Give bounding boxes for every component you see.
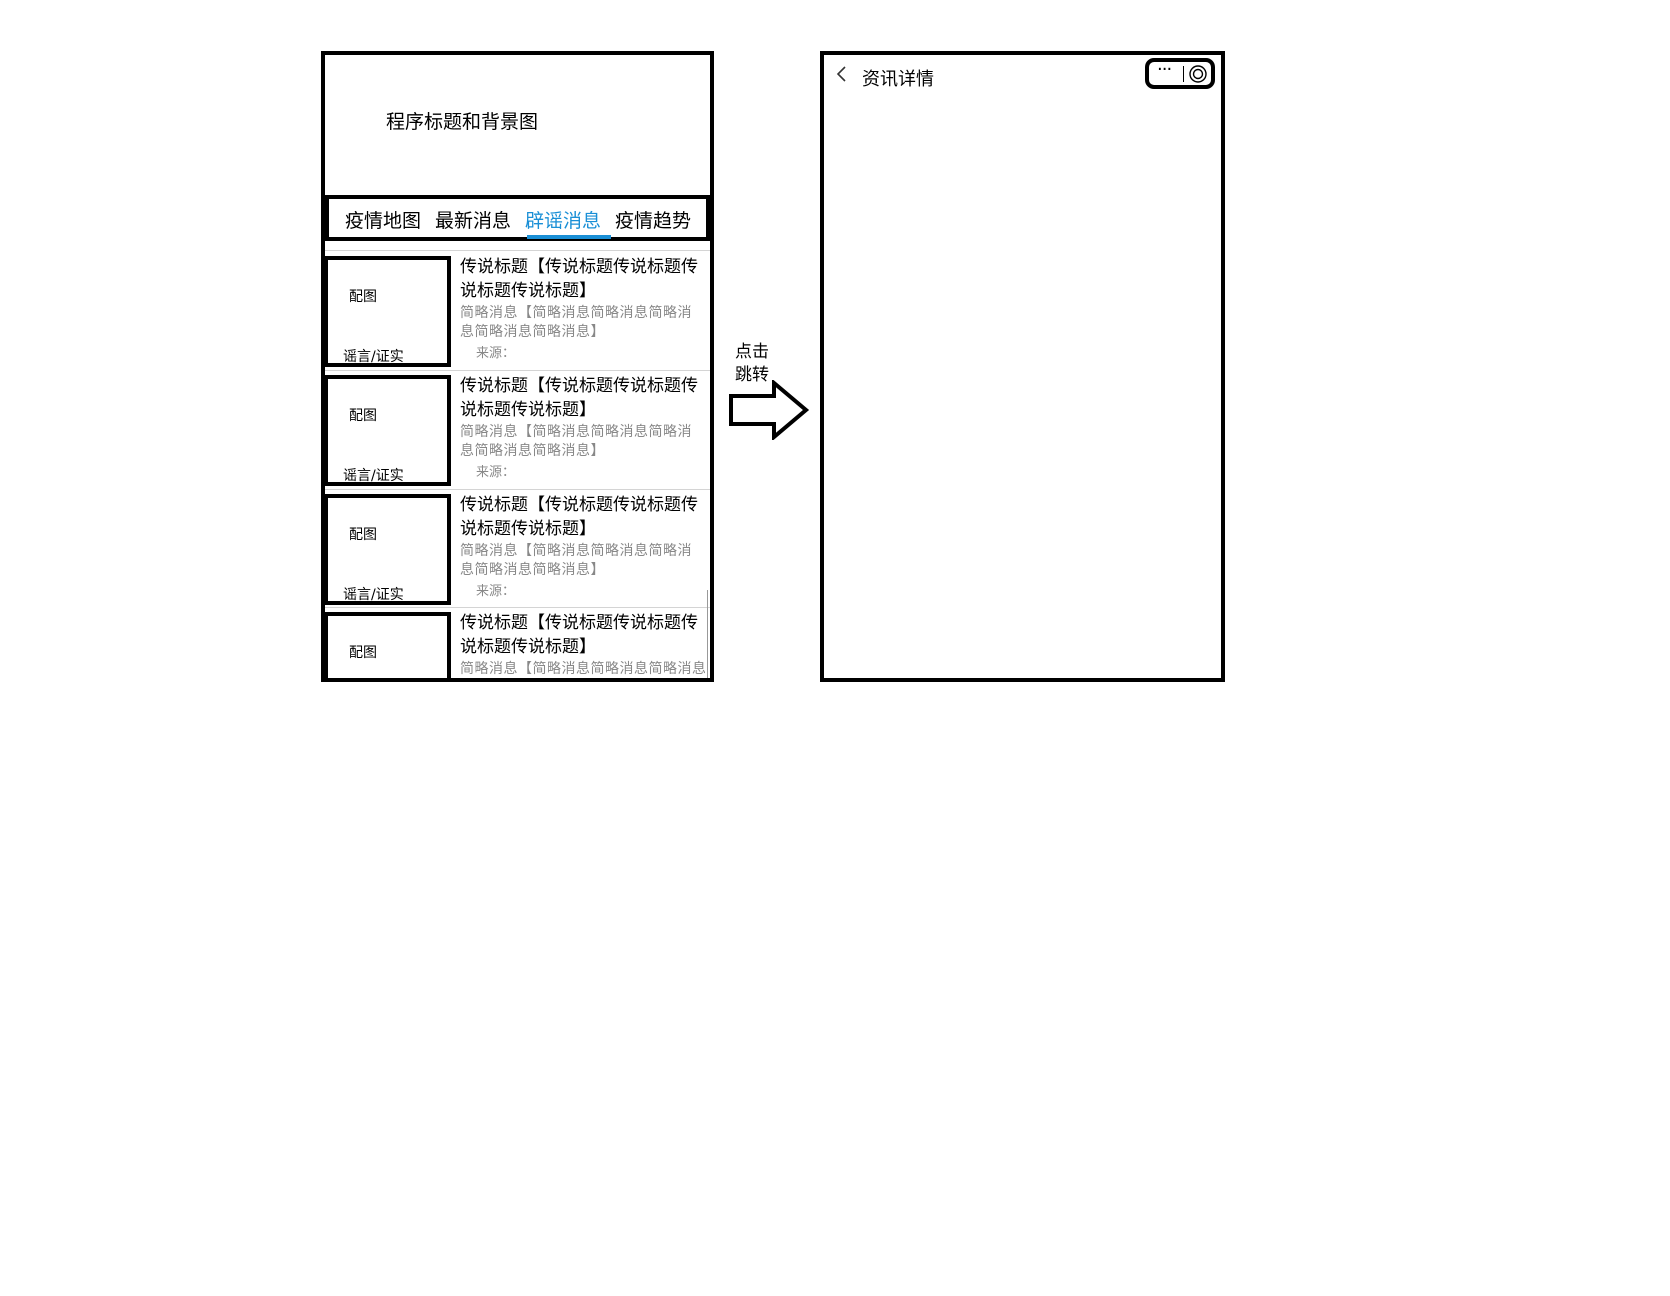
- item-source: 来源：: [476, 584, 516, 599]
- rumor-tag: 谣言/证实: [343, 468, 404, 484]
- item-summary: 简略消息【简略消息简略消息简略消息简略消息简略消息】: [460, 305, 692, 340]
- list-page-phone: 程序标题和背景图 疫情地图 最新消息 辟谣消息 疫情趋势 配图 谣言/证实 传说…: [321, 51, 714, 682]
- rumor-tag: 谣言/证实: [343, 587, 404, 603]
- thumbnail-image: 配图 谣言/证实: [325, 256, 451, 367]
- item-summary: 简略消息【简略消息简略消息简略消息简略: [460, 661, 705, 677]
- item-summary: 简略消息【简略消息简略消息简略消息简略消息简略消息】: [460, 424, 692, 459]
- page-title: 资讯详情: [862, 69, 934, 90]
- tab-epidemic-map[interactable]: 疫情地图: [345, 206, 421, 233]
- mini-program-capsule: ···: [1145, 58, 1215, 89]
- header-banner: 程序标题和背景图: [325, 55, 710, 194]
- more-dots-icon[interactable]: ···: [1157, 59, 1172, 80]
- thumbnail-image: 配图 谣言/证实: [325, 494, 451, 605]
- capsule-divider: [1183, 66, 1184, 82]
- thumbnail-label: 配图: [349, 527, 377, 543]
- detail-page-phone: 资讯详情 ···: [820, 51, 1225, 682]
- item-summary: 简略消息【简略消息简略消息简略消息简略消息简略消息】: [460, 543, 692, 578]
- item-source: 来源：: [476, 465, 516, 480]
- app-title: 程序标题和背景图: [386, 111, 539, 133]
- item-title: 传说标题【传说标题传说标题传说标题传说标题】: [460, 613, 698, 657]
- tab-latest-news[interactable]: 最新消息: [435, 206, 511, 233]
- list-item[interactable]: 配图 谣言/证实 传说标题【传说标题传说标题传说标题传说标题】 简略消息【简略消…: [325, 489, 710, 608]
- tab-epidemic-trend[interactable]: 疫情趋势: [615, 206, 691, 233]
- item-source: 来源：: [476, 346, 516, 361]
- list-item[interactable]: 配图 谣言/证实 传说标题【传说标题传说标题传说标题传说标题】 简略消息【简略消…: [325, 370, 710, 489]
- item-title: 传说标题【传说标题传说标题传说标题传说标题】: [460, 257, 698, 301]
- active-tab-indicator: [527, 235, 611, 239]
- scrollbar[interactable]: [707, 590, 708, 678]
- right-arrow-icon: [729, 380, 810, 440]
- item-title: 传说标题【传说标题传说标题传说标题传说标题】: [460, 376, 698, 420]
- tab-rumor-debunk[interactable]: 辟谣消息: [525, 206, 601, 233]
- list-item[interactable]: 配图 谣言/证实 传说标题【传说标题传说标题传说标题传说标题】 简略消息【简略消…: [325, 251, 710, 370]
- thumbnail-label: 配图: [349, 408, 377, 424]
- thumbnail-image: 配图 谣言/证实: [325, 375, 451, 486]
- thumbnail-image: 配图: [325, 612, 451, 678]
- target-circle-icon[interactable]: [1188, 64, 1208, 84]
- item-title: 传说标题【传说标题传说标题传说标题传说标题】: [460, 495, 698, 539]
- arrow-label-line1: 点击: [735, 342, 769, 362]
- tab-bar: 疫情地图 最新消息 辟谣消息 疫情趋势: [325, 195, 710, 241]
- rumor-tag: 谣言/证实: [343, 349, 404, 365]
- thumbnail-label: 配图: [349, 645, 377, 661]
- chevron-left-icon[interactable]: [834, 64, 848, 89]
- thumbnail-label: 配图: [349, 289, 377, 305]
- list-item[interactable]: 配图 传说标题【传说标题传说标题传说标题传说标题】 简略消息【简略消息简略消息简…: [325, 607, 710, 678]
